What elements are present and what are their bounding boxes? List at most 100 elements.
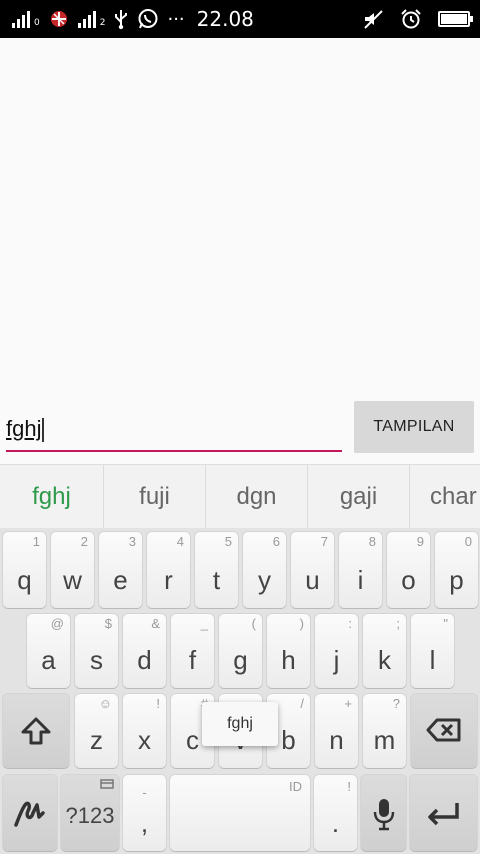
key-n[interactable]: + n [315,694,358,768]
key-l[interactable]: " l [411,614,454,688]
key-d[interactable]: & d [123,614,166,688]
period-key-hint: ! [347,779,351,794]
key-label: f [188,645,197,675]
key-hint: 9 [416,534,424,549]
carrier-icon [50,11,67,27]
key-w[interactable]: 2w [51,532,94,608]
input-value: fghj [6,416,42,441]
key-e[interactable]: 3e [99,532,142,608]
enter-icon [428,803,459,826]
battery-icon [438,11,473,27]
key-hint: 7 [320,534,328,549]
input-row: fghj TAMPILAN [0,398,480,464]
key-q[interactable]: 1q [3,532,46,608]
key-label: n [329,725,344,755]
key-m[interactable]: ? m [363,694,406,768]
key-label: e [113,565,128,595]
period-key[interactable]: ! . [314,775,357,851]
suggestion-item[interactable]: char [410,465,480,528]
enter-key[interactable] [410,775,477,851]
key-u[interactable]: 7u [291,532,334,608]
signal-sim2-icon: 2 [77,10,105,28]
key-hint: 5 [224,534,232,549]
key-label: q [17,565,32,595]
suggestion-item[interactable]: gaji [308,465,409,528]
key-hint: + [344,696,352,711]
key-hint: 0 [464,534,472,549]
whatsapp-icon [138,9,158,29]
key-k[interactable]: ; k [363,614,406,688]
key-t[interactable]: 5t [195,532,238,608]
space-key[interactable]: ID [170,775,310,851]
sim1-label: 0 [34,18,40,28]
key-preview-popup: fghj [202,702,278,746]
text-cursor [42,418,45,443]
key-y[interactable]: 6y [243,532,286,608]
key-f[interactable]: _ f [171,614,214,688]
key-label: m [373,725,396,755]
microphone-icon [373,799,395,831]
text-input[interactable]: fghj [6,416,342,452]
emoji-small-icon [100,779,114,789]
key-label: z [90,725,103,755]
key-label: h [281,645,296,675]
key-hint: ) [299,616,304,631]
backspace-key[interactable] [411,694,477,768]
comma-key[interactable]: - , [123,775,166,851]
key-hint: 6 [272,534,280,549]
key-g[interactable]: (g [219,614,262,688]
key-label: x [138,725,151,755]
key-o[interactable]: 9o [387,532,430,608]
key-j[interactable]: :j [315,614,358,688]
period-key-label: . [331,808,340,838]
key-label: a [41,645,56,675]
key-label: l [429,645,436,675]
soft-keyboard: 1 q 2 w 3 e 4 r 5 t 6 y 7 u 8 i 9 o 0 p @ a $ s & d _ f(g) h: j; k " l ☺ z… [0,528,480,854]
comma-key-hint: - [142,785,147,800]
key-i[interactable]: 8i [339,532,382,608]
key-r[interactable]: 4r [147,532,190,608]
key-h[interactable]: ) h [267,614,310,688]
key-label: p [449,565,464,595]
key-label: k [378,645,391,675]
more-notifications: ··· [167,8,185,30]
key-hint: : [348,616,352,631]
key-label: w [63,565,82,595]
status-bar: 0 2 ··· 22.08 [0,0,480,38]
tampilan-button[interactable]: TAMPILAN [354,401,474,453]
key-hint: 3 [128,534,136,549]
suggestion-item[interactable]: dgn [206,465,307,528]
suggestion-strip: fghj fuji dgn gaji char [0,464,480,528]
app-screen: 0 2 ··· 22.08 fghj TAMPILAN fghj fuji dg… [0,0,480,854]
key-hint: 1 [32,534,40,549]
key-z[interactable]: ☺ z [75,694,118,768]
key-hint: ? [392,696,400,711]
key-label: d [137,645,152,675]
shift-key[interactable] [3,694,69,768]
key-p[interactable]: 0p [435,532,478,608]
key-hint: $ [104,616,112,631]
key-hint: _ [200,616,208,631]
backspace-icon [426,718,461,742]
battery-fill [441,14,467,24]
mute-icon [364,10,383,29]
key-hint: ( [251,616,256,631]
key-a[interactable]: @ a [27,614,70,688]
voice-input-key[interactable] [361,775,406,851]
key-hint: ; [396,616,400,631]
symbols-key[interactable]: ?123 [61,775,119,851]
key-hint: @ [50,616,64,631]
status-bar-left: 0 2 ··· 22.08 [12,0,254,38]
key-label: o [401,565,416,595]
space-key-language: ID [289,779,302,794]
suggestion-item[interactable]: fuji [104,465,205,528]
key-label: y [258,565,271,595]
suggestion-item[interactable]: fghj [0,465,103,528]
key-hint: 4 [176,534,184,549]
key-s[interactable]: $ s [75,614,118,688]
key-x[interactable]: ! x [123,694,166,768]
key-label: r [164,565,173,595]
key-hint: 8 [368,534,376,549]
status-bar-right [362,0,473,38]
handwriting-key[interactable] [3,775,57,851]
